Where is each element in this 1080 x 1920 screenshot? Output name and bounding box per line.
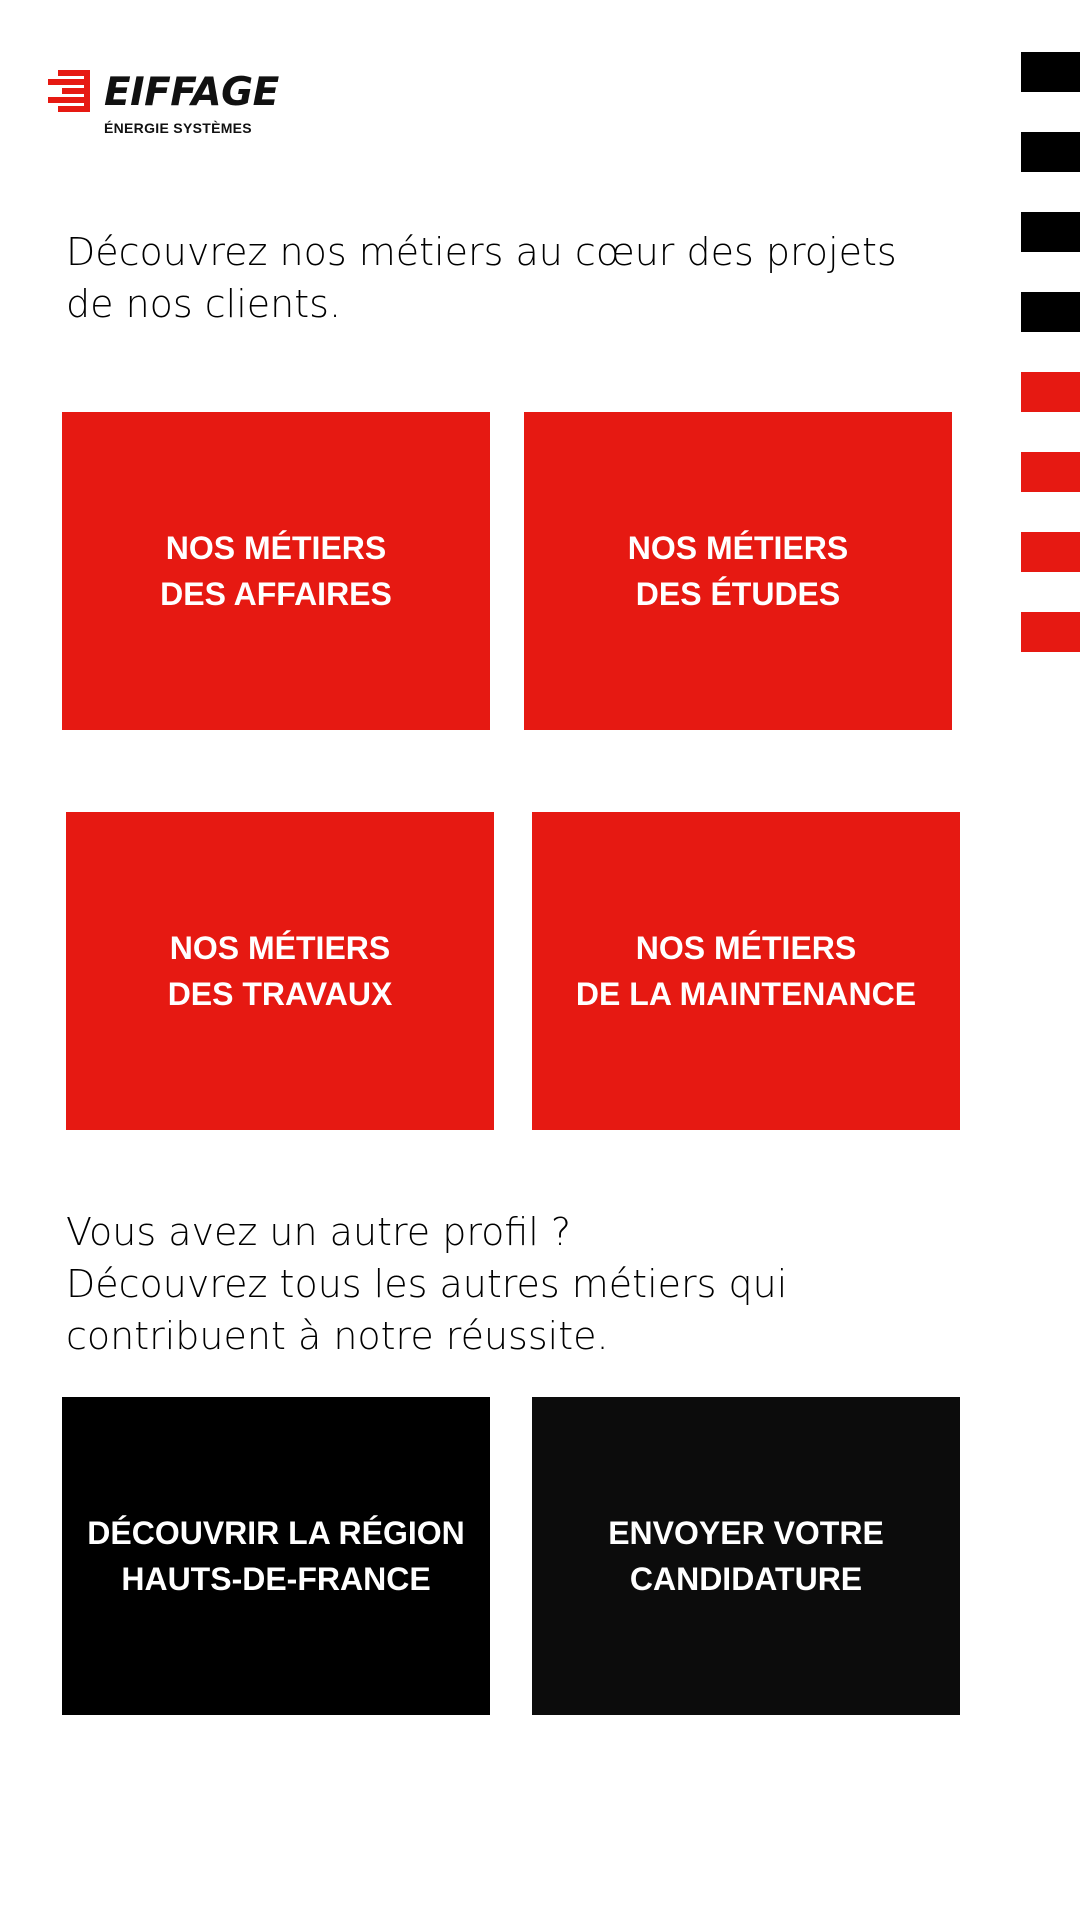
tile-metiers-etudes[interactable]: NOS MÉTIERS DES ÉTUDES — [524, 412, 952, 730]
tile-line-1: NOS MÉTIERS — [165, 530, 387, 566]
send-application-button[interactable]: ENVOYER VOTRE CANDIDATURE — [532, 1397, 960, 1715]
intro-line-1: Découvrez nos métiers au cœur des projet… — [66, 230, 897, 274]
tile-line-1: NOS MÉTIERS — [635, 930, 857, 966]
button-line-1: ENVOYER VOTRE — [608, 1515, 884, 1551]
logo-wordmark: EIFFAGE — [104, 70, 279, 115]
eiffage-logo-icon — [48, 70, 90, 112]
tile-line-1: NOS MÉTIERS — [627, 530, 849, 566]
intro-text: Découvrez nos métiers au cœur des projet… — [66, 226, 946, 330]
side-square — [1021, 132, 1080, 172]
other-line-2: Découvrez tous les autres métiers qui — [66, 1262, 788, 1306]
side-square — [1021, 532, 1080, 572]
button-line-2: HAUTS-DE-FRANCE — [121, 1561, 431, 1597]
side-square — [1021, 52, 1080, 92]
button-line-1: DÉCOUVRIR LA RÉGION — [87, 1515, 465, 1551]
logo-subtitle: ÉNERGIE SYSTÈMES — [104, 120, 252, 136]
tile-metiers-maintenance[interactable]: NOS MÉTIERS DE LA MAINTENANCE — [532, 812, 960, 1130]
tile-line-2: DES TRAVAUX — [167, 976, 393, 1012]
tile-line-2: DE LA MAINTENANCE — [575, 976, 917, 1012]
tile-metiers-affaires[interactable]: NOS MÉTIERS DES AFFAIRES — [62, 412, 490, 730]
other-profile-text: Vous avez un autre profil ? Découvrez to… — [66, 1206, 946, 1362]
button-line-2: CANDIDATURE — [629, 1561, 863, 1597]
discover-region-button[interactable]: DÉCOUVRIR LA RÉGION HAUTS-DE-FRANCE — [62, 1397, 490, 1715]
tile-metiers-travaux[interactable]: NOS MÉTIERS DES TRAVAUX — [66, 812, 494, 1130]
eiffage-logo[interactable]: EIFFAGE ÉNERGIE SYSTÈMES — [48, 68, 288, 140]
intro-line-2: de nos clients. — [66, 282, 342, 326]
side-square — [1021, 212, 1080, 252]
side-square-pattern — [1021, 52, 1080, 692]
tile-line-2: DES AFFAIRES — [160, 576, 392, 612]
other-line-3: contribuent à notre réussite. — [66, 1314, 609, 1358]
side-square — [1021, 372, 1080, 412]
side-square — [1021, 292, 1080, 332]
side-square — [1021, 612, 1080, 652]
side-square — [1021, 452, 1080, 492]
tile-line-2: DES ÉTUDES — [635, 576, 841, 612]
tile-line-1: NOS MÉTIERS — [169, 930, 391, 966]
other-line-1: Vous avez un autre profil ? — [66, 1210, 572, 1254]
